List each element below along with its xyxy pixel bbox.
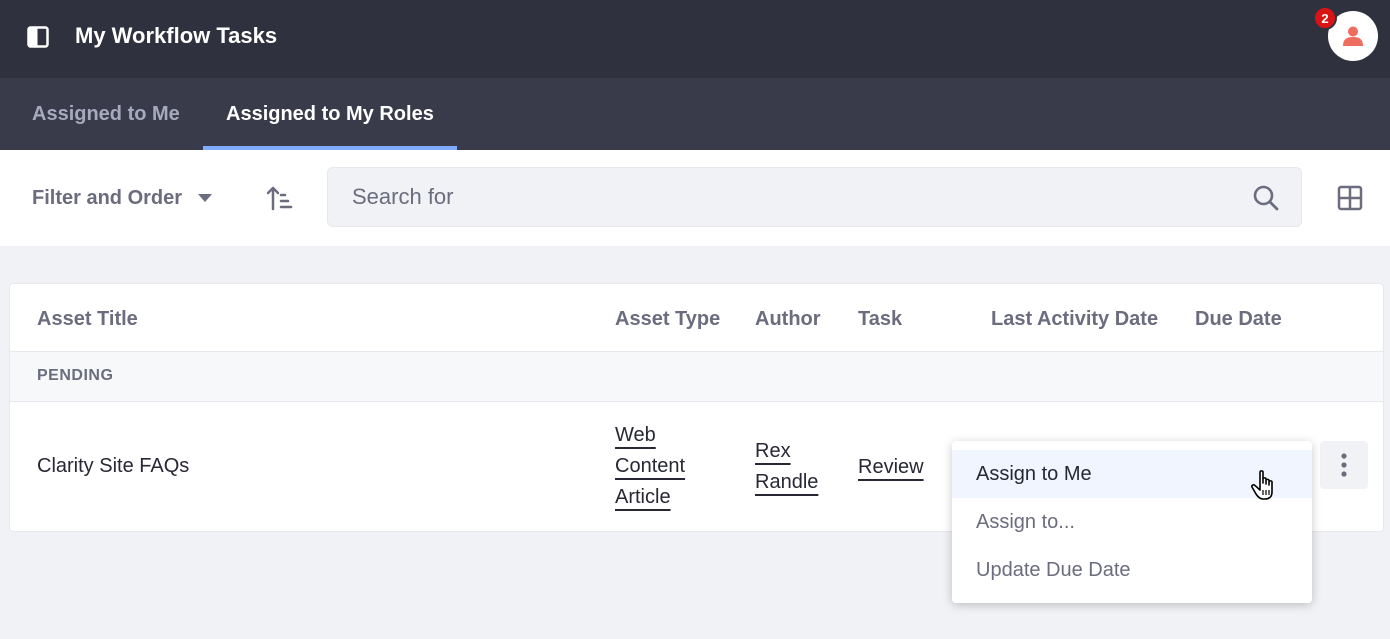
page-title: My Workflow Tasks [75,23,278,48]
group-label: PENDING [37,367,114,384]
sort-order-icon[interactable] [265,184,293,212]
notification-badge: 2 [1313,6,1337,30]
asset-type-link[interactable]: Web Content Article [615,424,685,508]
cell-author: Rex Randle [755,436,835,498]
row-actions-menu: Assign to Me Assign to... Update Due Dat… [952,441,1312,603]
column-header-asset-type: Asset Type [615,308,721,330]
search-input[interactable] [328,168,1228,226]
top-bar: My Workflow Tasks 2 [0,0,1390,78]
column-header-due-date: Due Date [1195,308,1282,330]
search-box [327,167,1302,227]
column-header-last-activity-date: Last Activity Date [991,308,1159,330]
search-icon[interactable] [1252,184,1280,212]
management-toolbar: Filter and Order [0,150,1390,246]
filter-and-order-button[interactable]: Filter and Order [32,184,213,212]
user-icon [1343,26,1363,46]
cell-task: Review [858,452,924,483]
cell-asset-title: Clarity Site FAQs [37,455,190,477]
column-header-task: Task [858,308,903,330]
row-actions-button[interactable] [1320,441,1368,489]
tab-assigned-to-my-roles[interactable]: Assigned to My Roles [203,78,457,150]
caret-down-icon [198,194,213,202]
cell-asset-type: Web Content Article [615,420,705,513]
tab-assigned-to-me[interactable]: Assigned to Me [9,78,203,150]
author-link[interactable]: Rex Randle [755,440,818,493]
ellipsis-vertical-icon [1341,453,1347,477]
menu-item-update-due-date[interactable]: Update Due Date [952,546,1312,594]
menu-item-assign-to[interactable]: Assign to... [952,498,1312,546]
display-grid-icon[interactable] [1336,184,1364,212]
panel-toggle-icon[interactable] [27,26,49,48]
hand-pointer-cursor-icon [1251,470,1273,500]
column-header-author: Author [755,308,821,330]
task-link[interactable]: Review [858,456,924,478]
filter-and-order-label: Filter and Order [32,186,183,209]
group-row-pending: PENDING [10,351,1383,402]
column-header-asset-title: Asset Title [37,308,138,330]
tab-bar: Assigned to Me Assigned to My Roles [0,78,1390,150]
